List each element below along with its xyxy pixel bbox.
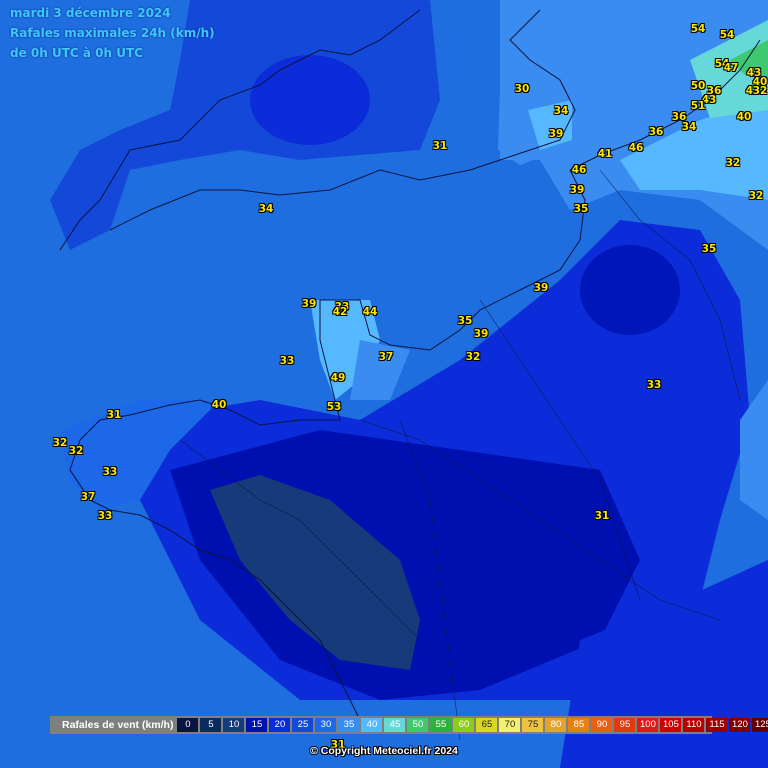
legend-swatch: 15 (246, 718, 268, 732)
gust-value-label: 39 (473, 328, 489, 340)
gust-value-label: 53 (326, 401, 342, 413)
gust-value-label: 46 (628, 142, 644, 154)
gust-value-label: 40 (736, 111, 752, 123)
gust-value-label: 46 (571, 164, 587, 176)
gust-value-label: 36 (648, 126, 664, 138)
gust-value-label: 37 (378, 351, 394, 363)
gust-value-label: 34 (681, 121, 697, 133)
gust-value-label: 32 (725, 157, 741, 169)
legend-swatch: 20 (269, 718, 291, 732)
gust-value-label: 32 (52, 437, 68, 449)
gust-value-label: 32 (748, 190, 764, 202)
legend-swatch: 60 (453, 718, 475, 732)
zone-england-core (250, 55, 370, 145)
gust-value-label: 37 (80, 491, 96, 503)
gust-value-label: 32 (752, 85, 768, 97)
legend-swatch: 0 (177, 718, 199, 732)
gust-value-label: 35 (457, 315, 473, 327)
gust-value-label: 33 (279, 355, 295, 367)
legend-swatch: 120 (729, 718, 751, 732)
legend-swatch: 90 (591, 718, 613, 732)
legend-swatch: 100 (637, 718, 659, 732)
gust-value-label: 50 (690, 80, 706, 92)
legend-swatch: 70 (499, 718, 521, 732)
legend-bar: Rafales de vent (km/h) 0 5 10 15 20 25 30 35 40 4… (50, 716, 768, 734)
gust-value-label: 31 (594, 510, 610, 522)
legend-swatch: 110 (683, 718, 705, 732)
gust-value-label: 42 (332, 306, 348, 318)
legend-swatch: 65 (476, 718, 498, 732)
gust-value-label: 39 (533, 282, 549, 294)
gust-value-label: 49 (330, 372, 346, 384)
gust-value-label: 51 (690, 100, 706, 112)
gust-value-label: 47 (723, 62, 739, 74)
legend-swatch: 50 (407, 718, 429, 732)
gust-value-label: 39 (301, 298, 317, 310)
gust-value-label: 32 (68, 445, 84, 457)
legend-swatch: 85 (568, 718, 590, 732)
copyright: © Copyright Meteociel.fr 2024 (310, 745, 458, 757)
gust-value-label: 34 (553, 105, 569, 117)
legend-swatch: 5 (200, 718, 222, 732)
gust-value-label: 30 (514, 83, 530, 95)
map-parameter: Rafales maximales 24h (km/h) (10, 26, 215, 40)
gust-value-label: 35 (701, 243, 717, 255)
legend-swatch: 115 (706, 718, 728, 732)
gust-value-label: 33 (97, 510, 113, 522)
gust-value-label: 31 (106, 409, 122, 421)
map-period: de 0h UTC à 0h UTC (10, 46, 143, 60)
gust-value-label: 34 (258, 203, 274, 215)
legend-swatch: 30 (315, 718, 337, 732)
gust-value-label: 41 (597, 148, 613, 160)
legend-swatch: 45 (384, 718, 406, 732)
legend-items: 0 5 10 15 20 25 30 35 40 45 50 55 60 65 70 75 80 85 90 95 10… (177, 718, 768, 732)
legend-swatch: 125 (752, 718, 768, 732)
gust-value-label: 54 (690, 23, 706, 35)
legend-swatch: 35 (338, 718, 360, 732)
legend-swatch: 55 (430, 718, 452, 732)
gust-value-label: 31 (432, 140, 448, 152)
gust-value-label: 54 (719, 29, 735, 41)
legend-swatch: 75 (522, 718, 544, 732)
legend-swatch: 40 (361, 718, 383, 732)
legend-swatch: 105 (660, 718, 682, 732)
gust-value-label: 44 (362, 306, 378, 318)
legend-swatch: 10 (223, 718, 245, 732)
gust-value-label: 40 (211, 399, 227, 411)
map-date: mardi 3 décembre 2024 (10, 6, 171, 20)
legend-swatch: 80 (545, 718, 567, 732)
gust-value-label: 33 (102, 466, 118, 478)
gust-value-label: 33 (646, 379, 662, 391)
legend-swatch: 95 (614, 718, 636, 732)
gust-value-label: 35 (573, 203, 589, 215)
gust-value-label: 39 (548, 128, 564, 140)
gust-value-label: 32 (465, 351, 481, 363)
legend-swatch: 25 (292, 718, 314, 732)
zone-france-core (580, 245, 680, 335)
legend-title: Rafales de vent (km/h) (62, 719, 174, 731)
gust-value-label: 39 (569, 184, 585, 196)
gust-map: mardi 3 décembre 2024 Rafales maximales … (0, 0, 768, 768)
